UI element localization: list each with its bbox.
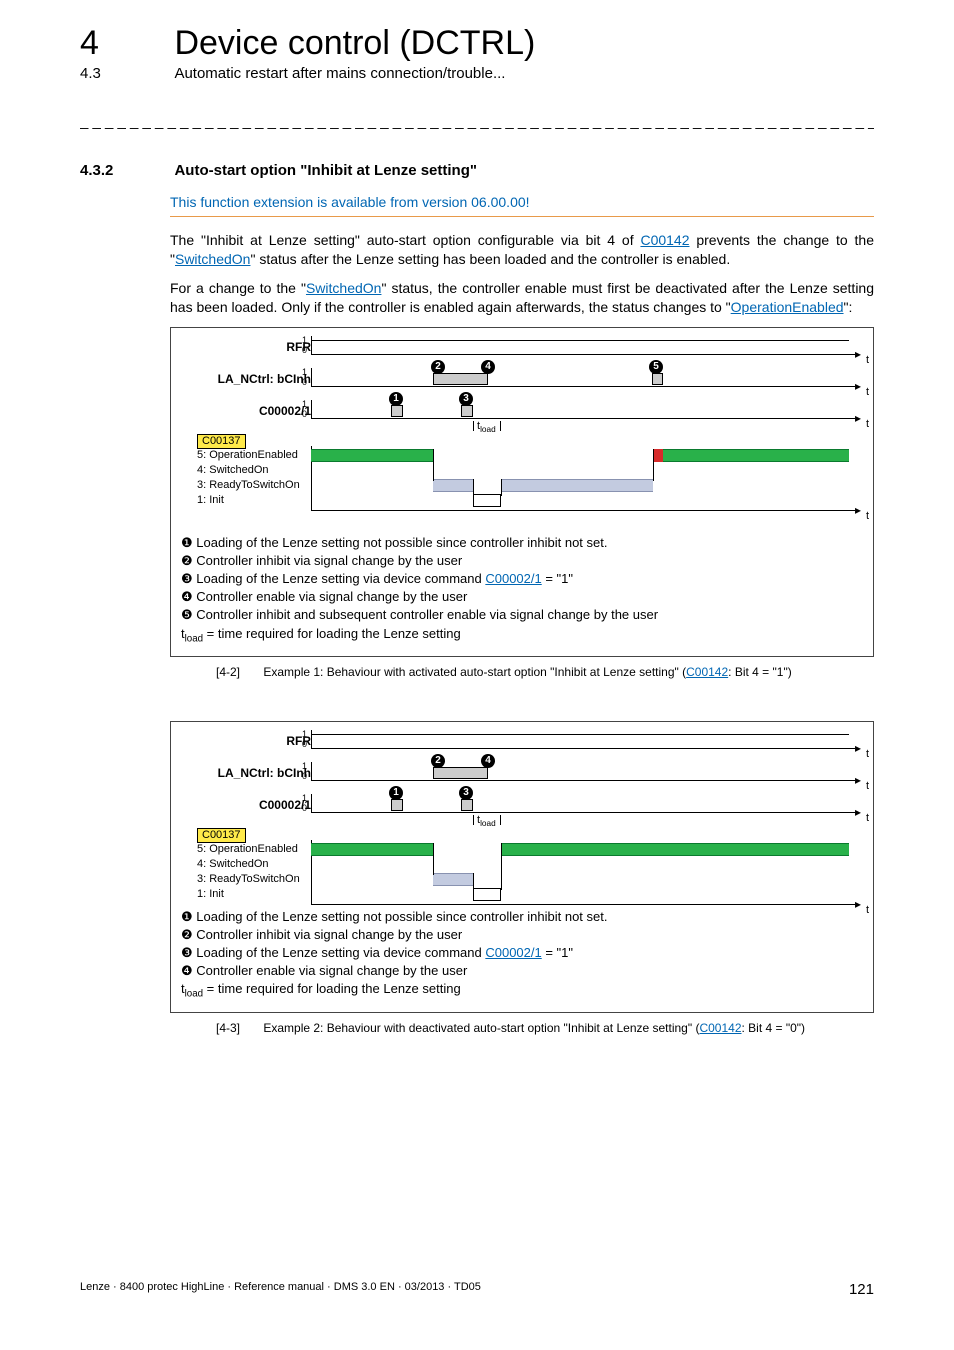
paragraph-1: The "Inhibit at Lenze setting" auto-star… (170, 231, 874, 269)
figure-4-3: RFR 10 ▸t LA_NCtrl: bCInh 10 ▸t C00002/1… (170, 721, 874, 1013)
chapter-title: Device control (DCTRL) (174, 24, 535, 63)
link-c00002-1b[interactable]: C00002/1 (485, 945, 541, 960)
link-c00142-cap1[interactable]: C00142 (686, 665, 728, 679)
section-heading: 4.3.2 Auto-start option "Inhibit at Lenz… (80, 162, 874, 180)
subchapter-row: 4.3 Automatic restart after mains connec… (80, 65, 874, 83)
link-switchedon-2[interactable]: SwitchedOn (306, 280, 381, 296)
figure-1-legend: ❶ Loading of the Lenze setting not possi… (181, 534, 863, 646)
footer-text: Lenze · 8400 protec HighLine · Reference… (80, 1281, 481, 1293)
figure-2-caption: [4-3] Example 2: Behaviour with deactiva… (170, 1021, 874, 1035)
section-number: 4.3.2 (80, 162, 170, 179)
figure-4-2: RFR 10 ▸t LA_NCtrl: bCInh 10 ▸t C00002/1… (170, 327, 874, 657)
subchapter-number: 4.3 (80, 65, 170, 82)
link-c00142-cap2[interactable]: C00142 (699, 1021, 741, 1035)
figure-2-legend: ❶ Loading of the Lenze setting not possi… (181, 908, 863, 1002)
timing-diagram-1: RFR 10 ▸t LA_NCtrl: bCInh 10 ▸t C00002/1… (181, 336, 863, 526)
paragraph-2: For a change to the "SwitchedOn" status,… (170, 279, 874, 317)
c00137-pill: C00137 (197, 434, 246, 449)
version-note: This function extension is available fro… (170, 194, 874, 217)
link-c00002-1[interactable]: C00002/1 (485, 571, 541, 586)
link-operationenabled[interactable]: OperationEnabled (731, 299, 844, 315)
page-footer: Lenze · 8400 protec HighLine · Reference… (80, 1281, 874, 1298)
divider: _ _ _ _ _ _ _ _ _ _ _ _ _ _ _ _ _ _ _ _ … (80, 113, 874, 130)
chapter-number: 4 (80, 24, 170, 63)
figure-1-caption: [4-2] Example 1: Behaviour with activate… (170, 665, 874, 679)
subchapter-title: Automatic restart after mains connection… (174, 65, 505, 82)
page-number: 121 (849, 1281, 874, 1298)
timing-diagram-2: RFR 10 ▸t LA_NCtrl: bCInh 10 ▸t C00002/1… (181, 730, 863, 900)
section-title: Auto-start option "Inhibit at Lenze sett… (174, 162, 477, 179)
link-c00142[interactable]: C00142 (640, 232, 689, 248)
la-label: LA_NCtrl: bCInh (218, 372, 311, 386)
link-switchedon[interactable]: SwitchedOn (175, 251, 250, 267)
chapter-header: 4 Device control (DCTRL) (80, 24, 874, 63)
